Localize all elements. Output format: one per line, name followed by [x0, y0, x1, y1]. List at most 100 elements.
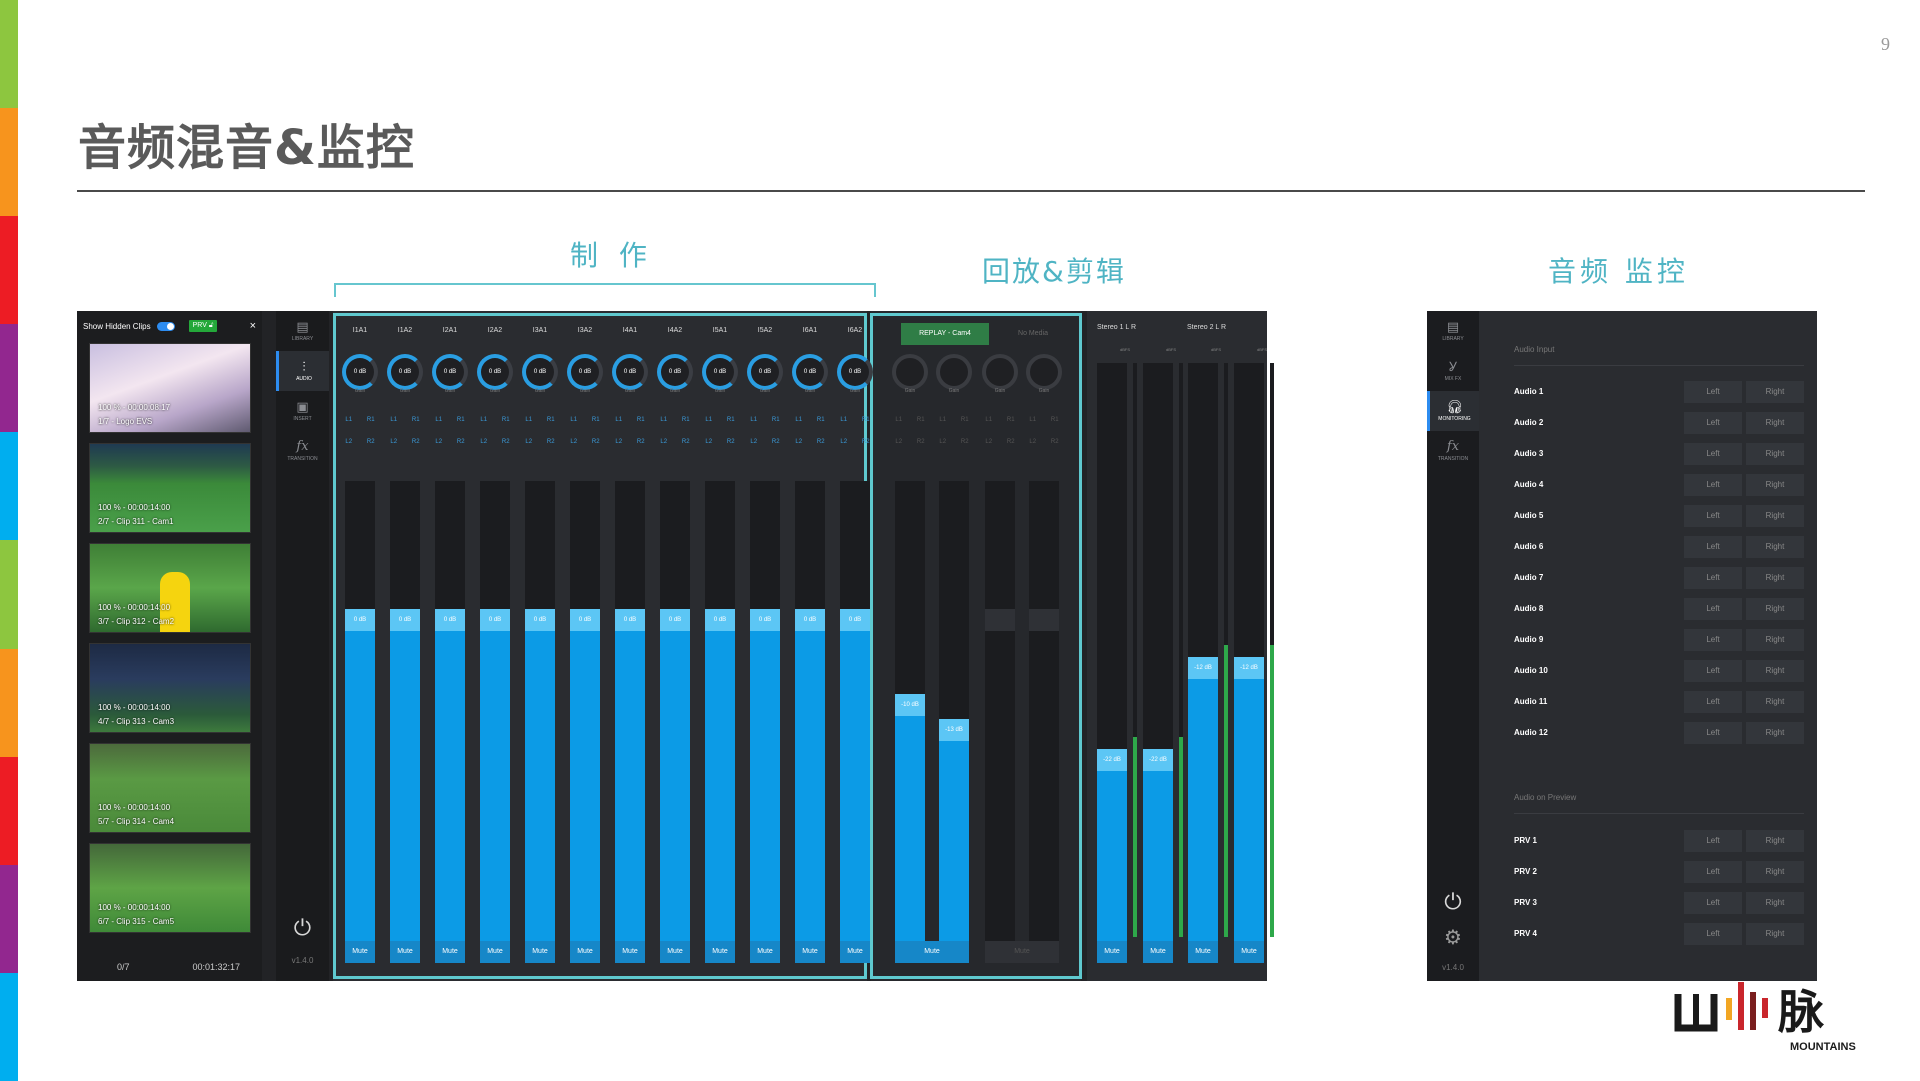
clip-thumbnail[interactable]: 100 % - 00:00:14:00 6/7 - Clip 315 - Cam5 — [89, 843, 251, 933]
mute-button[interactable]: Mute — [660, 941, 690, 963]
route-button[interactable]: L1 — [985, 417, 992, 423]
right-button[interactable]: Right — [1746, 381, 1804, 403]
route-button[interactable]: L2 — [525, 439, 532, 445]
left-button[interactable]: Left — [1684, 381, 1742, 403]
gain-knob[interactable]: 0 dB — [657, 354, 693, 390]
gain-knob[interactable] — [1026, 354, 1062, 390]
route-button[interactable]: L1 — [615, 417, 622, 423]
route-button[interactable]: L1 — [840, 417, 847, 423]
route-button[interactable]: R1 — [961, 417, 969, 423]
fader-handle[interactable]: 0 dB — [705, 609, 735, 631]
mute-button[interactable]: Mute — [1143, 941, 1173, 963]
fader-track[interactable]: 0 dB — [570, 481, 600, 941]
right-button[interactable]: Right — [1746, 443, 1804, 465]
fader-track[interactable] — [1029, 481, 1059, 941]
fader-track[interactable]: 0 dB — [480, 481, 510, 941]
gain-knob[interactable]: 0 dB — [342, 354, 378, 390]
mute-button[interactable]: Mute — [570, 941, 600, 963]
route-button[interactable]: R2 — [862, 439, 870, 445]
fader-track[interactable]: 0 dB — [435, 481, 465, 941]
route-button[interactable]: L2 — [895, 439, 902, 445]
fader-handle[interactable]: 0 dB — [435, 609, 465, 631]
fader-track[interactable]: 0 dB — [705, 481, 735, 941]
route-button[interactable]: L2 — [660, 439, 667, 445]
right-button[interactable]: Right — [1746, 412, 1804, 434]
clip-thumbnail[interactable]: 100 % - 00:00:14:00 4/7 - Clip 313 - Cam3 — [89, 643, 251, 733]
route-button[interactable]: R1 — [682, 417, 690, 423]
route-button[interactable]: R1 — [502, 417, 510, 423]
gain-knob[interactable] — [982, 354, 1018, 390]
gain-knob[interactable]: 0 dB — [837, 354, 873, 390]
route-button[interactable]: R1 — [592, 417, 600, 423]
power-icon[interactable]: ⏻ — [1427, 889, 1479, 915]
fader-track[interactable]: 0 dB — [345, 481, 375, 941]
route-button[interactable]: R1 — [917, 417, 925, 423]
route-button[interactable]: R2 — [502, 439, 510, 445]
left-button[interactable]: Left — [1684, 474, 1742, 496]
route-button[interactable]: R1 — [817, 417, 825, 423]
close-icon[interactable]: × — [250, 320, 256, 332]
right-button[interactable]: Right — [1746, 861, 1804, 883]
gain-knob[interactable]: 0 dB — [702, 354, 738, 390]
gain-knob[interactable]: 0 dB — [522, 354, 558, 390]
gain-knob[interactable]: 0 dB — [567, 354, 603, 390]
fader-handle[interactable]: 0 dB — [390, 609, 420, 631]
fader-track[interactable]: 0 dB — [840, 481, 870, 941]
left-button[interactable]: Left — [1684, 505, 1742, 527]
gain-knob[interactable]: 0 dB — [612, 354, 648, 390]
nav-mixfx[interactable]: Ỿ MIX FX — [1427, 351, 1479, 391]
left-button[interactable]: Left — [1684, 412, 1742, 434]
fader-handle[interactable]: -12 dB — [1234, 657, 1264, 679]
mute-button[interactable]: Mute — [795, 941, 825, 963]
fader-handle[interactable]: -10 dB — [895, 694, 925, 716]
route-button[interactable]: L1 — [660, 417, 667, 423]
right-button[interactable]: Right — [1746, 598, 1804, 620]
fader-track[interactable]: -13 dB — [939, 481, 969, 941]
left-button[interactable]: Left — [1684, 629, 1742, 651]
fader-handle[interactable]: -12 dB — [1188, 657, 1218, 679]
route-button[interactable]: L1 — [1029, 417, 1036, 423]
route-button[interactable]: L2 — [985, 439, 992, 445]
route-button[interactable]: R1 — [457, 417, 465, 423]
mute-button[interactable]: Mute — [525, 941, 555, 963]
route-button[interactable]: R2 — [961, 439, 969, 445]
left-button[interactable]: Left — [1684, 923, 1742, 945]
fader-handle[interactable]: -22 dB — [1097, 749, 1127, 771]
mute-button[interactable]: Mute — [480, 941, 510, 963]
mute-button[interactable]: Mute — [750, 941, 780, 963]
left-button[interactable]: Left — [1684, 830, 1742, 852]
nav-library[interactable]: ▤ LIBRARY — [276, 311, 329, 351]
fader-handle[interactable]: 0 dB — [795, 609, 825, 631]
route-button[interactable]: R2 — [1007, 439, 1015, 445]
mute-button[interactable]: Mute — [345, 941, 375, 963]
left-button[interactable]: Left — [1684, 443, 1742, 465]
fader-track[interactable]: 0 dB — [750, 481, 780, 941]
route-button[interactable]: R1 — [727, 417, 735, 423]
route-button[interactable]: R2 — [1051, 439, 1059, 445]
right-button[interactable]: Right — [1746, 536, 1804, 558]
route-button[interactable]: R1 — [772, 417, 780, 423]
mute-button[interactable]: Mute — [985, 941, 1059, 963]
route-button[interactable]: L1 — [480, 417, 487, 423]
show-hidden-toggle[interactable] — [156, 321, 175, 331]
mute-button[interactable]: Mute — [615, 941, 645, 963]
right-button[interactable]: Right — [1746, 567, 1804, 589]
clip-thumbnail[interactable]: 100 % - 00:00:14:00 2/7 - Clip 311 - Cam1 — [89, 443, 251, 533]
clip-thumbnail[interactable]: 100 % - 00:00:14:00 5/7 - Clip 314 - Cam4 — [89, 743, 251, 833]
mute-button[interactable]: Mute — [1188, 941, 1218, 963]
right-button[interactable]: Right — [1746, 629, 1804, 651]
replay-tab[interactable]: REPLAY - Cam4 — [901, 323, 989, 345]
route-button[interactable]: L1 — [795, 417, 802, 423]
gain-knob[interactable]: 0 dB — [432, 354, 468, 390]
mute-button[interactable]: Mute — [1097, 941, 1127, 963]
route-button[interactable]: R1 — [412, 417, 420, 423]
mute-button[interactable]: Mute — [705, 941, 735, 963]
fader-handle[interactable]: 0 dB — [615, 609, 645, 631]
route-button[interactable]: L2 — [345, 439, 352, 445]
right-button[interactable]: Right — [1746, 660, 1804, 682]
nav-transition[interactable]: fx TRANSITION — [276, 431, 329, 471]
fader-track[interactable]: 0 dB — [795, 481, 825, 941]
fader-track[interactable]: 0 dB — [525, 481, 555, 941]
gain-knob[interactable] — [936, 354, 972, 390]
fader-track[interactable]: -22 dB — [1143, 363, 1173, 941]
